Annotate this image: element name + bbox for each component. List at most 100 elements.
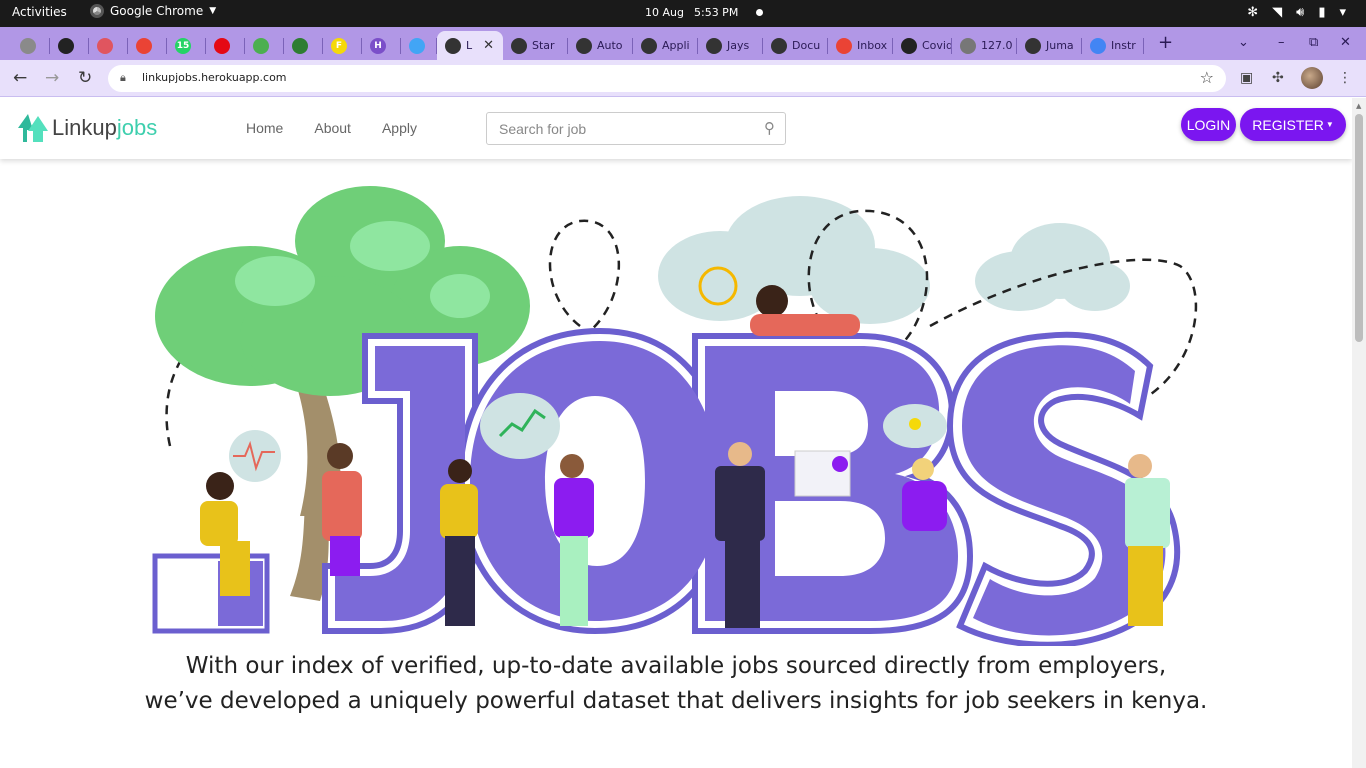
browser-tab[interactable] [206,31,245,60]
scroll-up-arrow-icon[interactable]: ▲ [1356,102,1361,110]
browser-tab[interactable]: 127.0 [952,31,1017,60]
browser-tab[interactable] [245,31,284,60]
jobs-hero-illustration [152,186,1198,646]
register-label: REGISTER [1252,116,1324,133]
tab-favicon-icon [836,37,852,54]
browser-tab[interactable]: 15 [167,31,206,60]
tab-favicon-icon [136,37,152,54]
browser-tab[interactable] [401,31,437,60]
logo-word-jobs: jobs [116,115,158,140]
browser-tab[interactable]: Covid [893,31,953,60]
maximize-icon[interactable]: ⧉ [1309,35,1318,50]
tagline-line-2: we’ve developed a uniquely powerful data… [144,688,1208,714]
scrollbar-thumb[interactable] [1355,114,1363,342]
browser-tab[interactable]: Auto [568,31,633,60]
tagline-line-1: With our index of verified, up-to-date a… [185,653,1167,679]
tab-favicon-icon [214,37,230,54]
tab-title: Auto [597,39,623,52]
app-name: Google Chrome [110,4,204,18]
tab-favicon-icon [292,37,308,54]
new-tab-plus-icon[interactable]: + [1158,32,1173,53]
app-menu[interactable]: Google Chrome ▼ [90,4,216,18]
chrome-menu-icon[interactable]: ⋮ [1338,70,1352,86]
site-menu: Home About Apply [246,120,417,136]
site-logo[interactable]: Linkup jobs [18,114,157,142]
tab-favicon-icon [771,37,787,54]
tab-favicon-icon [1090,37,1106,54]
browser-tab[interactable]: L ✕ [437,31,503,60]
tab-separator [1143,38,1144,54]
browser-tab[interactable] [284,31,323,60]
tab-title: Inbox [857,39,888,52]
login-button[interactable]: LOGIN [1181,108,1236,141]
nav-about-link[interactable]: About [314,120,351,136]
tab-favicon-icon [641,37,657,54]
volume-icon: 🔊︎ [1296,5,1305,20]
browser-tab[interactable] [128,31,167,60]
browser-tab[interactable]: Instr [1082,31,1144,60]
tab-favicon-icon: H [370,37,386,54]
browser-tab[interactable]: Inbox [828,31,893,60]
profile-avatar[interactable] [1301,67,1323,89]
minimize-icon[interactable]: – [1278,35,1285,50]
tab-favicon-icon: 15 [175,37,191,54]
site-navbar: Linkup jobs Home About Apply ⚲ LOGIN REG… [0,98,1352,159]
chrome-icon [90,4,104,18]
tab-favicon-icon [576,37,592,54]
tab-title: Jays [727,39,750,52]
forward-arrow-icon[interactable]: → [45,68,59,88]
lock-icon[interactable]: 🔒︎ [120,71,126,85]
back-arrow-icon[interactable]: ← [13,68,27,88]
page-scrollbar[interactable]: ▲ [1352,98,1366,768]
address-bar[interactable]: 🔒︎ linkupjobs.herokuapp.com ☆ [108,65,1226,92]
browser-tab[interactable]: Juma [1017,31,1082,60]
browser-tab[interactable] [50,31,89,60]
browser-tab[interactable] [12,31,50,60]
tab-close-icon[interactable]: ✕ [483,38,494,53]
tab-title: Docu [792,39,821,52]
nav-home-link[interactable]: Home [246,120,283,136]
tab-title: Covid [922,39,953,52]
tab-favicon-icon [58,37,74,54]
battery-icon: ▮ [1318,5,1326,20]
tab-favicon-icon [706,37,722,54]
browser-toolbar: ← → ↻ 🔒︎ linkupjobs.herokuapp.com ☆ ▣ ✣ … [0,60,1366,97]
extension-icon[interactable]: ▣ [1240,70,1253,86]
browser-tab[interactable]: Docu [763,31,828,60]
tab-favicon-icon [20,37,36,54]
tab-title: Appli [662,39,690,52]
browser-tab[interactable]: Jays [698,31,763,60]
logo-word-linkup: Linkup [52,115,117,140]
system-tray[interactable]: ✻ ◥ 🔊︎ ▮ ▾ [1247,5,1346,20]
puzzle-extensions-icon[interactable]: ✣ [1272,70,1284,86]
browser-tab[interactable]: F [323,31,362,60]
bookmark-star-icon[interactable]: ☆ [1200,68,1214,87]
tab-favicon-icon: F [331,37,347,54]
tab-favicon-icon [97,37,113,54]
tab-favicon-icon [253,37,269,54]
activities-button[interactable]: Activities [12,5,67,19]
address-url[interactable]: linkupjobs.herokuapp.com [142,71,287,84]
browser-tab[interactable]: Star [503,31,568,60]
browser-tab[interactable]: Appli [633,31,698,60]
tab-favicon-icon [445,37,461,54]
tab-search-icon[interactable]: ⌄ [1238,35,1249,50]
tab-favicon-icon [901,37,917,54]
browser-tab[interactable]: H [362,31,401,60]
browser-tab[interactable] [89,31,128,60]
reload-icon[interactable]: ↻ [78,68,92,88]
caret-down-icon: ▼ [209,6,217,16]
search-icon[interactable]: ⚲ [764,119,775,137]
hero-tagline: With our index of verified, up-to-date a… [0,649,1352,719]
nav-apply-link[interactable]: Apply [382,120,417,136]
tab-favicon-icon [409,37,425,54]
tab-favicon-icon [1025,37,1041,54]
clock[interactable]: 10 Aug 5:53 PM [645,6,764,19]
tab-title: Juma [1046,39,1074,52]
register-button[interactable]: REGISTER ▼ [1240,108,1346,141]
clock-date: 10 Aug [645,6,684,19]
tab-favicon-icon [511,37,527,54]
power-menu-caret-icon: ▾ [1339,5,1346,20]
close-window-icon[interactable]: ✕ [1340,35,1351,50]
job-search-input[interactable] [499,121,749,137]
